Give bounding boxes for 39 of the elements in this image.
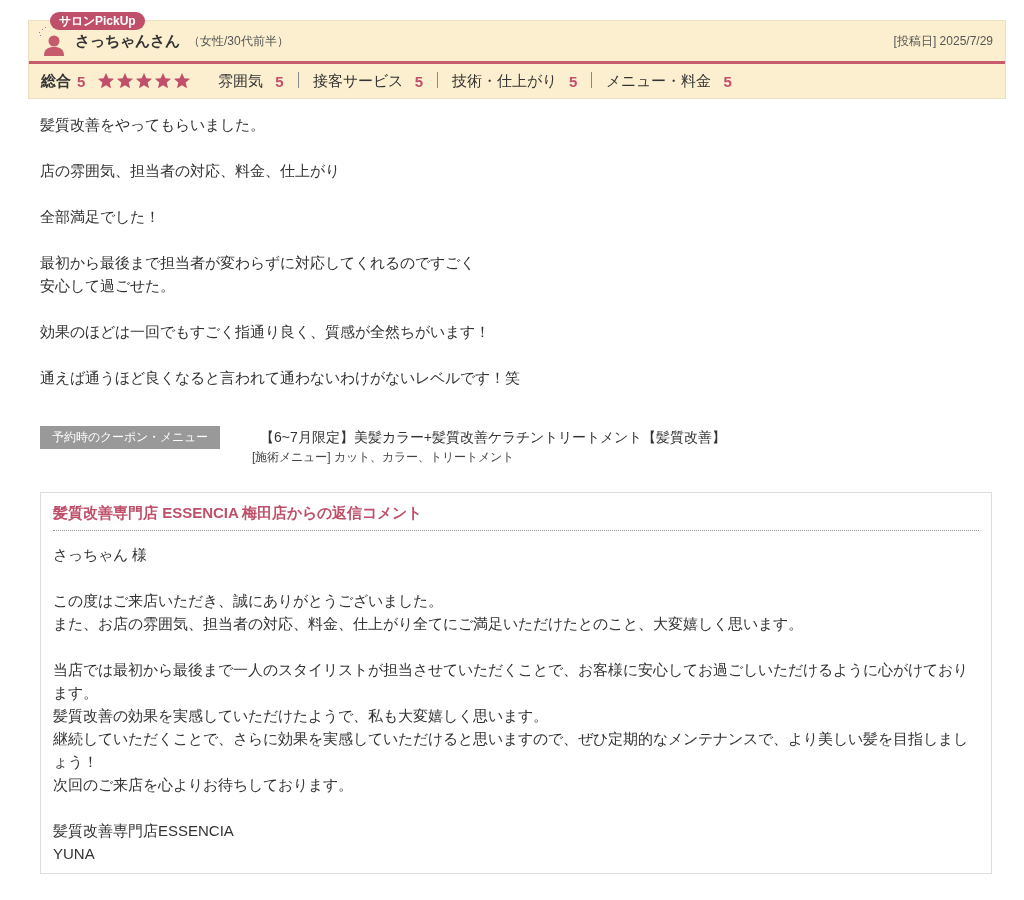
star-icon (154, 72, 173, 90)
overall-label: 総合 (41, 71, 71, 91)
rating-category-label: 技術・仕上がり (452, 71, 558, 91)
rating-category-score: 5 (414, 72, 424, 90)
reply-text: 髪質改善の効果を実感していただけたようで、私も大変嬉しく思います。 (53, 706, 549, 726)
reply-text: 次回のご来店を心よりお待ちしております。 (53, 775, 354, 795)
rating-category-score: 5 (569, 72, 578, 90)
star-icon (135, 72, 154, 90)
reply-text: さっちゃん 様 (53, 545, 149, 565)
reply-text: また、お店の雰囲気、担当者の対応、料金、仕上がり全てにご満足いただけたとのこと、大変嬉しく思います。 (53, 614, 804, 634)
review-text: 全部満足でした！ (40, 207, 161, 227)
rating-category-label: 接客サービス (312, 71, 403, 91)
reply-title: 髪質改善専門店 ESSENCIA 梅田店からの返信コメント (53, 501, 979, 531)
post-date: [投稿日] 2025/7/29 (893, 32, 993, 50)
review-text: 店の雰囲気、担当者の対応、料金、仕上がり (40, 161, 341, 181)
treatment-menu: [施術メニュー] カット、カラー、トリートメント (252, 448, 726, 466)
reply-text: この度はご来店いただき、誠にありがとうございました。 (53, 591, 444, 611)
review-text: 通えば通うほど良くなると言われて通わないわけがないレベルです！笑 (40, 368, 521, 388)
pickup-badge: サロンPickUp (50, 12, 145, 30)
review-text: 最初から最後まで担当者が変わらずに対応してくれるのですごく (40, 253, 476, 273)
star-icon (97, 72, 116, 90)
reviewer-profile: （女性/30代前半） (188, 32, 289, 50)
rating-category-label: 雰囲気 (218, 71, 264, 91)
rating-category-score: 5 (723, 72, 732, 90)
reply-text: 髪質改善専門店ESSENCIA (53, 821, 235, 841)
overall-score: 5 (77, 72, 86, 90)
review-text: 髪質改善をやってもらいました。 (40, 115, 266, 135)
reviewer-name: さっちゃんさん (75, 31, 180, 51)
star-icon (173, 72, 192, 90)
reply-text: 継続していただくことで、さらに効果を実感していただけると思いますので、ぜひ定期的なメンテナンスで、より美しい髪を目指しましょう！ (53, 729, 969, 772)
reply-text: YUNA (53, 844, 96, 864)
review-text: 効果のほどは一回でもすごく指通り良く、質感が全然ちがいます！ (40, 322, 491, 342)
rating-category-label: メニュー・料金 (606, 71, 712, 91)
coupon-label: 予約時のクーポン・メニュー (40, 426, 220, 449)
rating-category-score: 5 (275, 72, 284, 90)
reply-text: 当店では最初から最後まで一人のスタイリストが担当させていただくことで、お客様に安心してお過ごしいただけるように心がけております。 (53, 660, 969, 703)
coupon-title: 【6~7月限定】美髪カラー+髪質改善ケラチントリートメント【髪質改善】 (260, 428, 726, 447)
review-text: 安心して過ごせた。 (40, 276, 176, 296)
star-icon (116, 72, 135, 90)
